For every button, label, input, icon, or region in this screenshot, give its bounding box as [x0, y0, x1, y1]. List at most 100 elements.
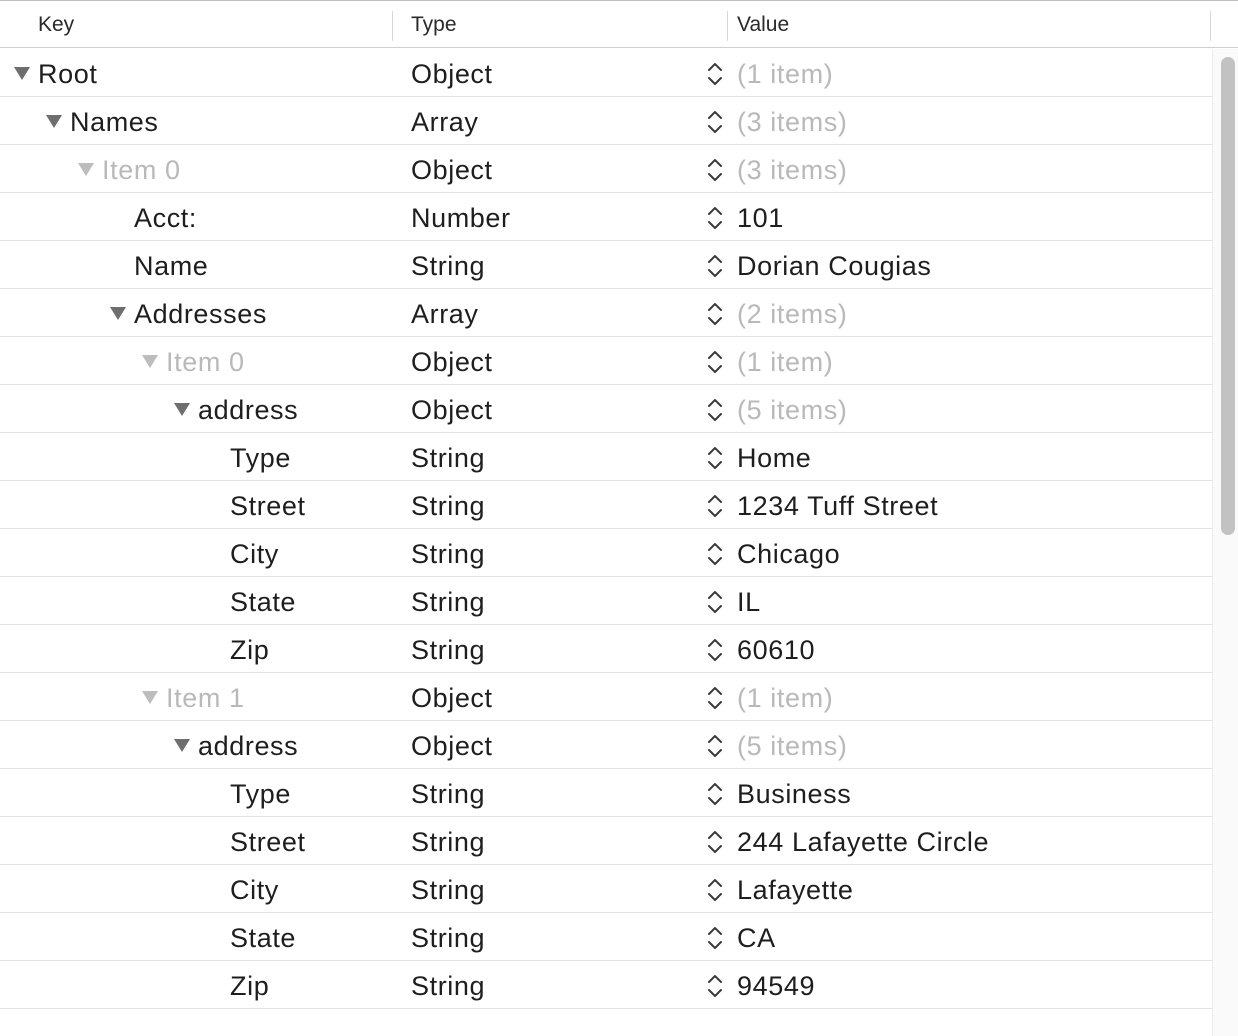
outline-row[interactable]: Zip String 94549 — [0, 961, 1212, 1009]
type-cell[interactable]: String — [411, 865, 485, 913]
outline-row[interactable]: Street String 1234 Tuff Street — [0, 481, 1212, 529]
scrollbar-thumb[interactable] — [1221, 57, 1235, 535]
outline-row[interactable]: Root Object (1 item) — [0, 49, 1212, 97]
value-cell[interactable]: (3 items) — [737, 145, 847, 193]
value-cell[interactable]: IL — [737, 577, 761, 625]
type-cell[interactable]: String — [411, 577, 485, 625]
key-cell[interactable]: City — [0, 529, 390, 577]
value-cell[interactable]: Business — [737, 769, 851, 817]
up-down-stepper-icon[interactable] — [706, 781, 724, 807]
outline-row[interactable]: City String Chicago — [0, 529, 1212, 577]
up-down-stepper-icon[interactable] — [706, 349, 724, 375]
up-down-stepper-icon[interactable] — [706, 973, 724, 999]
up-down-stepper-icon[interactable] — [706, 157, 724, 183]
value-cell[interactable]: Lafayette — [737, 865, 854, 913]
key-cell[interactable]: Item 1 — [0, 673, 390, 721]
type-cell[interactable]: String — [411, 913, 485, 961]
outline-row[interactable]: State String CA — [0, 913, 1212, 961]
column-divider[interactable] — [727, 11, 728, 41]
value-cell[interactable]: 101 — [737, 193, 784, 241]
outline-row[interactable]: Item 1 Object (1 item) — [0, 673, 1212, 721]
key-cell[interactable]: State — [0, 577, 390, 625]
up-down-stepper-icon[interactable] — [706, 925, 724, 951]
key-cell[interactable]: Street — [0, 481, 390, 529]
key-column-header[interactable]: Key — [38, 1, 74, 48]
type-cell[interactable]: String — [411, 241, 485, 289]
outline-row[interactable]: Street String 244 Lafayette Circle — [0, 817, 1212, 865]
up-down-stepper-icon[interactable] — [706, 445, 724, 471]
value-cell[interactable]: (5 items) — [737, 721, 847, 769]
key-cell[interactable]: Addresses — [0, 289, 390, 337]
outline-row[interactable]: Item 0 Object (1 item) — [0, 337, 1212, 385]
value-cell[interactable]: 244 Lafayette Circle — [737, 817, 989, 865]
type-cell[interactable]: Object — [411, 721, 493, 769]
type-cell[interactable]: Object — [411, 673, 493, 721]
outline-row[interactable]: address Object (5 items) — [0, 385, 1212, 433]
up-down-stepper-icon[interactable] — [706, 493, 724, 519]
key-cell[interactable]: Item 0 — [0, 145, 390, 193]
type-cell[interactable]: String — [411, 769, 485, 817]
value-cell[interactable]: (5 items) — [737, 385, 847, 433]
key-cell[interactable]: City — [0, 865, 390, 913]
disclosure-triangle-icon[interactable] — [142, 355, 158, 368]
value-cell[interactable]: 94549 — [737, 961, 815, 1009]
disclosure-triangle-icon[interactable] — [142, 691, 158, 704]
key-cell[interactable]: Zip — [0, 625, 390, 673]
type-cell[interactable]: Object — [411, 49, 493, 97]
value-cell[interactable]: CA — [737, 913, 776, 961]
outline-row[interactable]: City String Lafayette — [0, 865, 1212, 913]
type-cell[interactable]: String — [411, 961, 485, 1009]
key-cell[interactable]: Type — [0, 433, 390, 481]
type-cell[interactable]: String — [411, 529, 485, 577]
value-cell[interactable]: Dorian Cougias — [737, 241, 932, 289]
up-down-stepper-icon[interactable] — [706, 61, 724, 87]
type-cell[interactable]: Object — [411, 337, 493, 385]
outline-row[interactable]: Zip String 60610 — [0, 625, 1212, 673]
outline-row[interactable]: address Object (5 items) — [0, 721, 1212, 769]
up-down-stepper-icon[interactable] — [706, 397, 724, 423]
disclosure-triangle-icon[interactable] — [174, 739, 190, 752]
outline-row[interactable]: Acct: Number 101 — [0, 193, 1212, 241]
up-down-stepper-icon[interactable] — [706, 685, 724, 711]
up-down-stepper-icon[interactable] — [706, 541, 724, 567]
outline-row[interactable]: Name String Dorian Cougias — [0, 241, 1212, 289]
value-cell[interactable]: Home — [737, 433, 811, 481]
key-cell[interactable]: address — [0, 721, 390, 769]
value-cell[interactable]: (3 items) — [737, 97, 847, 145]
key-cell[interactable]: Root — [0, 49, 390, 97]
type-cell[interactable]: Number — [411, 193, 511, 241]
disclosure-triangle-icon[interactable] — [46, 115, 62, 128]
type-cell[interactable]: String — [411, 625, 485, 673]
value-cell[interactable]: (2 items) — [737, 289, 847, 337]
outline-row[interactable]: Type String Home — [0, 433, 1212, 481]
up-down-stepper-icon[interactable] — [706, 253, 724, 279]
up-down-stepper-icon[interactable] — [706, 589, 724, 615]
type-cell[interactable]: String — [411, 817, 485, 865]
type-cell[interactable]: String — [411, 433, 485, 481]
value-cell[interactable]: (1 item) — [737, 673, 833, 721]
key-cell[interactable]: Item 0 — [0, 337, 390, 385]
value-column-header[interactable]: Value — [737, 1, 789, 48]
vertical-scrollbar[interactable] — [1212, 49, 1238, 1036]
disclosure-triangle-icon[interactable] — [110, 307, 126, 320]
plist-outline-view[interactable]: Root Object (1 item) Names Array (3 items) Ite… — [0, 49, 1212, 1009]
up-down-stepper-icon[interactable] — [706, 733, 724, 759]
key-cell[interactable]: Acct: — [0, 193, 390, 241]
value-cell[interactable]: Chicago — [737, 529, 840, 577]
key-cell[interactable]: State — [0, 913, 390, 961]
type-column-header[interactable]: Type — [411, 1, 457, 48]
outline-row[interactable]: State String IL — [0, 577, 1212, 625]
up-down-stepper-icon[interactable] — [706, 205, 724, 231]
outline-row[interactable]: Names Array (3 items) — [0, 97, 1212, 145]
type-cell[interactable]: Object — [411, 145, 493, 193]
up-down-stepper-icon[interactable] — [706, 637, 724, 663]
up-down-stepper-icon[interactable] — [706, 109, 724, 135]
up-down-stepper-icon[interactable] — [706, 877, 724, 903]
key-cell[interactable]: Names — [0, 97, 390, 145]
up-down-stepper-icon[interactable] — [706, 829, 724, 855]
key-cell[interactable]: Type — [0, 769, 390, 817]
up-down-stepper-icon[interactable] — [706, 301, 724, 327]
column-divider[interactable] — [392, 11, 393, 41]
key-cell[interactable]: Zip — [0, 961, 390, 1009]
key-cell[interactable]: Name — [0, 241, 390, 289]
